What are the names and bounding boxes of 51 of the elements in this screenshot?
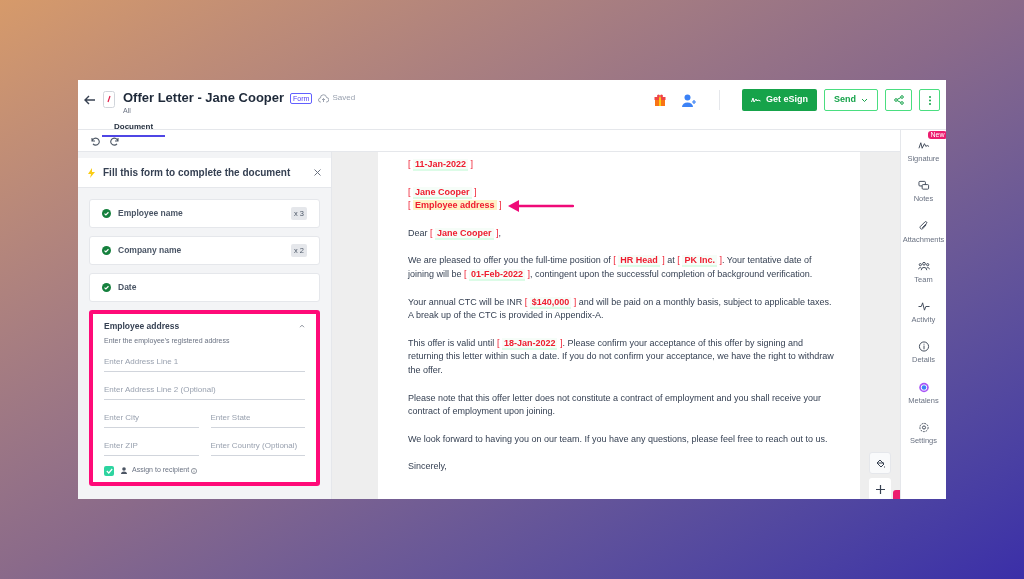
letter-paragraph: Dear [ Jane Cooper ], — [408, 226, 503, 241]
gift-icon[interactable] — [653, 93, 666, 107]
paint-bucket-button[interactable] — [869, 452, 891, 474]
save-status: Saved — [332, 92, 356, 104]
field-label: Employee address — [104, 320, 181, 333]
send-button[interactable]: Send — [824, 89, 878, 111]
input-field[interactable]: Enter Address Line 1 — [104, 352, 305, 373]
team-icon[interactable] — [917, 260, 930, 272]
settings-icon[interactable] — [917, 421, 930, 433]
arrow-annotation — [507, 199, 574, 212]
undo-icon[interactable] — [90, 135, 100, 146]
caret-icon — [861, 97, 868, 103]
letter-paragraph: This offer is valid until [ 18-Jan-2022 ]. Please confirm your acceptance of this offer by signing and returning this letter within such a date. If you do not confirm your acceptance, we have the right to withdraw the offer. — [408, 336, 835, 377]
attachment-icon[interactable] — [917, 220, 930, 232]
get-esign-button[interactable]: Get eSign — [741, 89, 817, 111]
signature-icon — [750, 97, 761, 103]
tab[interactable]: Document — [102, 118, 166, 137]
metalens-icon[interactable] — [917, 381, 930, 393]
user-icon — [121, 467, 129, 474]
add-button[interactable] — [869, 478, 891, 499]
cloud-icon — [318, 93, 330, 103]
back-arrow-icon[interactable] — [84, 94, 96, 106]
letter-paragraph: Please note that this offer letter does not constitute a contract of employment and you shall receive your contract of employment upon joining. — [408, 391, 823, 419]
more-icon — [928, 95, 931, 105]
close-icon[interactable] — [314, 169, 321, 176]
add-user-icon[interactable] — [681, 93, 697, 107]
input-field[interactable]: Enter Country (Optional) — [210, 436, 305, 457]
details-icon[interactable] — [917, 341, 930, 353]
document-title: Offer Letter - Jane Cooper — [123, 90, 285, 106]
letter-paragraph: Your annual CTC will be INR [ $140,000 ] and will be paid on a monthly basis, subject to applicable taxes. A break up of the CTC is provided in Appendix-A. — [408, 295, 833, 323]
field-label: Date — [118, 281, 138, 294]
form-field-card[interactable]: Date — [89, 273, 320, 302]
field-label: Company name — [118, 244, 183, 257]
input-field[interactable]: Enter State — [210, 408, 305, 429]
field-label: Employee name — [118, 207, 184, 220]
activity-icon[interactable] — [917, 301, 930, 312]
letter-paragraph: We are pleased to offer you the full-time position of [ HR Head ] at [ PK Inc. ]. Your tentative date of joining will be [ 01-Feb-2022 ], contingent upon the successful completion of background verification. — [408, 254, 814, 282]
form-panel-title: Fill this form to complete the document — [103, 166, 292, 180]
document-icon — [103, 91, 115, 108]
checkbox[interactable] — [104, 465, 114, 476]
input-field[interactable]: Enter City — [104, 408, 199, 429]
letter-paragraph: We look forward to having you on our team. If you have any questions, please feel free to reach out to us. — [408, 432, 829, 446]
input-field[interactable]: Enter ZIP — [104, 436, 199, 457]
share-icon — [893, 95, 904, 105]
notes-icon[interactable] — [917, 180, 930, 192]
signature-icon[interactable] — [917, 140, 930, 151]
letter-paragraph: Sincerely, — [408, 460, 448, 474]
redo-icon[interactable] — [110, 135, 120, 146]
lightning-icon — [88, 167, 95, 178]
input-field[interactable]: Enter Address Line 2 (Optional) — [104, 380, 305, 401]
plus-icon — [875, 484, 885, 494]
